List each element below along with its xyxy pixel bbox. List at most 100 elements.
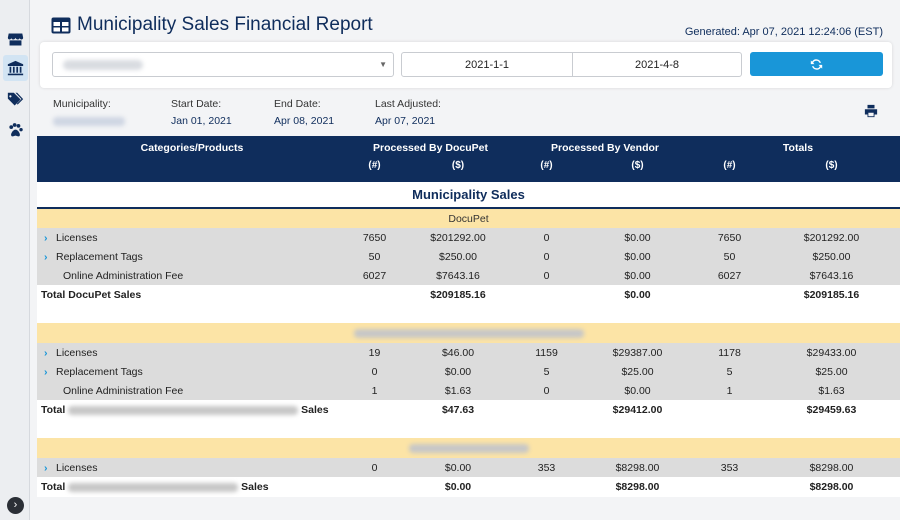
chevron-right-icon[interactable]: › [44, 251, 56, 263]
cell-docupet-count: 19 [347, 343, 402, 362]
end-date-input[interactable]: 2021-4-8 [572, 52, 742, 77]
cell-vendor-count: 353 [514, 458, 579, 477]
table-row[interactable]: › Licenses 7650 $201292.00 0 $0.00 7650 $… [37, 228, 900, 247]
header-totals-count: (#) [696, 160, 763, 182]
chevron-right-icon[interactable]: › [44, 462, 56, 474]
section-row: Municipality Sales [37, 182, 900, 209]
total-vendor-amount: $29412.00 [579, 400, 696, 420]
table-row[interactable]: › Replacement Tags 50 $250.00 0 $0.00 50 … [37, 247, 900, 266]
cell-docupet-amount: $46.00 [402, 343, 514, 362]
spacer-row [37, 420, 900, 438]
cell-total-amount: $7643.16 [763, 266, 900, 285]
start-date-value: Jan 01, 2021 [171, 115, 232, 127]
end-date-value: Apr 08, 2021 [274, 115, 335, 127]
group-total-row: Total DocuPet Sales $209185.16 $0.00 $20… [37, 285, 900, 305]
group-name: DocuPet [37, 208, 900, 228]
section-title: Municipality Sales [37, 182, 900, 209]
sidebar: › [0, 0, 30, 520]
refresh-icon [810, 58, 823, 70]
refresh-button[interactable] [750, 52, 883, 76]
start-date-input[interactable]: 2021-1-1 [401, 52, 573, 77]
row-name: Replacement Tags [56, 365, 143, 378]
tags-icon [7, 92, 24, 105]
row-name: Licenses [56, 346, 98, 359]
total-label: Total DocuPet Sales [37, 285, 347, 305]
cell-vendor-count: 0 [514, 228, 579, 247]
group-header-row [37, 323, 900, 343]
header-docupet[interactable]: Processed By DocuPet [347, 136, 514, 160]
expand-sidebar-button[interactable]: › [7, 497, 24, 514]
table-row: Online Administration Fee 1 $1.63 0 $0.0… [37, 381, 900, 400]
cell-total-amount: $201292.00 [763, 228, 900, 247]
header-vendor-count: (#) [514, 160, 579, 182]
table-row[interactable]: › Replacement Tags 0 $0.00 5 $25.00 5 $25… [37, 362, 900, 381]
group-total-row: Total Sales $47.63 $29412.00 $29459.63 [37, 400, 900, 420]
total-vendor-amount: $0.00 [579, 285, 696, 305]
municipality-select[interactable]: ▼ [52, 52, 394, 77]
chevron-right-icon[interactable]: › [44, 347, 56, 359]
info-start-date: Start Date: Jan 01, 2021 [171, 98, 232, 127]
cell-total-count: 50 [696, 247, 763, 266]
cell-vendor-amount: $0.00 [579, 266, 696, 285]
bank-icon [7, 60, 24, 75]
header-blank [37, 160, 347, 182]
header-categories[interactable]: Categories/Products [37, 136, 347, 160]
table-row[interactable]: › Licenses 0 $0.00 353 $8298.00 353 $8298… [37, 458, 900, 477]
cell-total-amount: $250.00 [763, 247, 900, 266]
total-docupet-amount: $209185.16 [402, 285, 514, 305]
cell-vendor-amount: $0.00 [579, 381, 696, 400]
total-label-redacted [68, 482, 239, 492]
sidebar-item-store[interactable] [3, 26, 28, 52]
table-row: Online Administration Fee 6027 $7643.16 … [37, 266, 900, 285]
header-docupet-amount: ($) [402, 160, 514, 182]
table-row[interactable]: › Licenses 19 $46.00 1159 $29387.00 1178 … [37, 343, 900, 362]
total-amount: $8298.00 [763, 477, 900, 497]
group-name-redacted [353, 328, 584, 338]
cell-docupet-count: 50 [347, 247, 402, 266]
header-vendor[interactable]: Processed By Vendor [514, 136, 696, 160]
spacer-row [37, 305, 900, 323]
print-icon[interactable] [864, 104, 878, 118]
group-header-row: DocuPet [37, 208, 900, 228]
page-title: Municipality Sales Financial Report [77, 14, 373, 35]
total-amount: $29459.63 [763, 400, 900, 420]
chevron-right-icon[interactable]: › [44, 232, 56, 244]
cell-docupet-amount: $7643.16 [402, 266, 514, 285]
end-date-label: End Date: [274, 98, 321, 110]
cell-vendor-count: 1159 [514, 343, 579, 362]
total-docupet-amount: $0.00 [402, 477, 514, 497]
total-label-suffix: Sales [301, 404, 329, 416]
cell-docupet-count: 0 [347, 362, 402, 381]
cell-total-amount: $29433.00 [763, 343, 900, 362]
cell-vendor-amount: $25.00 [579, 362, 696, 381]
total-label-suffix: Sales [241, 481, 269, 493]
group-name-redacted [408, 443, 529, 453]
sidebar-item-municipality[interactable] [3, 55, 28, 81]
cell-total-amount: $25.00 [763, 362, 900, 381]
last-adjusted-label: Last Adjusted: [375, 98, 441, 110]
sidebar-item-tags[interactable] [3, 86, 28, 112]
chevron-right-icon[interactable]: › [44, 366, 56, 378]
table-icon [51, 17, 71, 33]
cell-vendor-count: 5 [514, 362, 579, 381]
cell-docupet-count: 6027 [347, 266, 402, 285]
start-date-label: Start Date: [171, 98, 222, 110]
table-header-row: Categories/Products Processed By DocuPet… [37, 136, 900, 160]
cell-vendor-amount: $29387.00 [579, 343, 696, 362]
cell-total-amount: $1.63 [763, 381, 900, 400]
header-totals-amount: ($) [763, 160, 900, 182]
header-totals[interactable]: Totals [696, 136, 900, 160]
cell-vendor-count: 0 [514, 381, 579, 400]
municipality-value [53, 117, 125, 126]
title-row: Municipality Sales Financial Report [51, 14, 373, 36]
cell-total-count: 6027 [696, 266, 763, 285]
cell-vendor-count: 0 [514, 247, 579, 266]
sales-report-table: Categories/Products Processed By DocuPet… [37, 136, 900, 497]
group-header-row [37, 438, 900, 458]
cell-docupet-amount: $1.63 [402, 381, 514, 400]
cell-vendor-amount: $8298.00 [579, 458, 696, 477]
sidebar-item-pets[interactable] [3, 117, 28, 143]
total-amount: $209185.16 [763, 285, 900, 305]
row-name: Online Administration Fee [37, 381, 347, 400]
cell-docupet-count: 0 [347, 458, 402, 477]
